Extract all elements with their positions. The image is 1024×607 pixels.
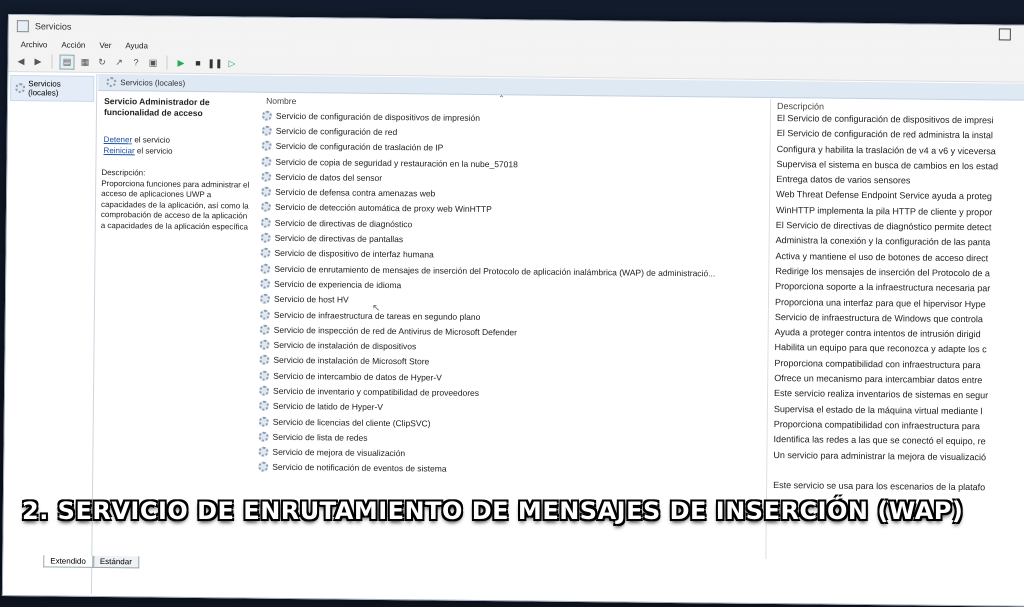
gear-icon bbox=[260, 247, 271, 259]
restart-service-link[interactable]: Reiniciar bbox=[104, 146, 135, 155]
service-name: Servicio de inspección de red de Antivir… bbox=[273, 324, 518, 338]
show-pane-icon[interactable]: ▣ bbox=[146, 56, 159, 69]
properties-icon[interactable]: ▦ bbox=[78, 55, 91, 68]
view-tabs: Extendido Estándar bbox=[43, 555, 139, 569]
restart-service-icon[interactable]: ▷ bbox=[225, 57, 238, 70]
gear-icon bbox=[15, 83, 26, 94]
gear-icon bbox=[259, 370, 270, 381]
window-title: Servicios bbox=[34, 21, 72, 32]
service-name: Servicio de dispositivo de interfaz huma… bbox=[274, 248, 434, 260]
service-name: Servicio de instalación de Microsoft Sto… bbox=[273, 355, 430, 367]
service-name: Servicio de instalación de dispositivos bbox=[273, 339, 417, 352]
stop-service-suffix: el servicio bbox=[132, 135, 171, 145]
description-text: Proporciona funciones para administrar e… bbox=[100, 178, 250, 232]
menu-ayuda[interactable]: Ayuda bbox=[125, 41, 148, 50]
gear-icon bbox=[261, 110, 273, 121]
service-name: Servicio de configuración de traslación … bbox=[275, 141, 444, 153]
service-name: Servicio de configuración de dispositivo… bbox=[275, 110, 481, 123]
mouse-cursor-icon: ↖ bbox=[372, 303, 381, 314]
gear-icon bbox=[106, 77, 117, 88]
service-name: Servicio de licencias del cliente (ClipS… bbox=[272, 416, 431, 429]
gear-icon bbox=[259, 355, 270, 366]
toolbar-separator bbox=[51, 54, 53, 69]
service-name: Servicio de host HV bbox=[273, 294, 349, 305]
gear-icon bbox=[258, 431, 269, 442]
service-name: Servicio de defensa contra amenazas web bbox=[275, 186, 436, 199]
menu-accion[interactable]: Acción bbox=[61, 40, 85, 49]
service-name: Servicio de intercambio de datos de Hype… bbox=[273, 370, 442, 383]
gear-icon bbox=[260, 217, 271, 228]
start-service-icon[interactable]: ▶ bbox=[174, 56, 187, 69]
help-icon[interactable]: ? bbox=[129, 56, 142, 69]
sort-caret-icon: ⌃ bbox=[498, 94, 505, 104]
console-tree-icon[interactable]: ▤ bbox=[59, 54, 75, 70]
menu-ver[interactable]: Ver bbox=[99, 40, 111, 49]
tab-extendido[interactable]: Extendido bbox=[43, 555, 93, 568]
services-rows: Servicio de configuración de dispositivo… bbox=[244, 108, 768, 481]
tree-item-services-local[interactable]: Servicios (locales) bbox=[10, 75, 95, 102]
service-name: Servicio de detección automática de prox… bbox=[274, 202, 492, 215]
gear-icon bbox=[261, 156, 272, 167]
restart-service-suffix: el servicio bbox=[134, 146, 173, 156]
forward-arrow-icon[interactable]: ▶ bbox=[31, 55, 44, 68]
maximize-button[interactable] bbox=[998, 28, 1011, 41]
gear-icon bbox=[259, 339, 270, 350]
refresh-icon[interactable]: ↻ bbox=[95, 55, 108, 68]
service-name: Servicio de copia de seguridad y restaur… bbox=[275, 156, 518, 169]
service-name: Servicio de datos del sensor bbox=[275, 171, 383, 183]
service-name: Servicio de lista de redes bbox=[272, 431, 368, 443]
gear-icon bbox=[261, 186, 272, 197]
restart-service-line: Reiniciar el servicio bbox=[104, 145, 252, 158]
selected-service-title: Servicio Administrador de funcionalidad … bbox=[103, 96, 210, 119]
menu-archivo[interactable]: Archivo bbox=[21, 40, 48, 49]
services-list: Nombre ⌃ Servicio de configuración de di… bbox=[244, 94, 769, 539]
export-list-icon[interactable]: ↗ bbox=[112, 56, 125, 69]
tab-estandar[interactable]: Estándar bbox=[92, 555, 139, 569]
extended-info-panel: Servicio Administrador de funcionalidad … bbox=[94, 92, 257, 534]
stop-service-icon[interactable]: ■ bbox=[191, 56, 204, 69]
gear-icon bbox=[259, 293, 271, 304]
gear-icon bbox=[258, 446, 269, 457]
description-column: Descripción El Servicio de configuración… bbox=[765, 98, 1024, 562]
gear-icon bbox=[261, 125, 272, 136]
service-name: Servicio de experiencia de idioma bbox=[274, 278, 402, 291]
service-name: Servicio de configuración de red bbox=[275, 125, 398, 138]
services-app-icon bbox=[16, 20, 29, 33]
description-block: Descripción: Proporciona funciones para … bbox=[101, 168, 252, 233]
tree-item-label: Servicios (locales) bbox=[28, 79, 61, 98]
description-rows: El Servicio de configuración de disposit… bbox=[767, 113, 1024, 498]
gear-icon bbox=[260, 278, 271, 289]
gear-icon bbox=[260, 263, 271, 274]
gear-icon bbox=[258, 400, 269, 412]
video-caption: 2. SERVICIO DE ENRUTAMIENTO DE MENSAJES … bbox=[22, 497, 964, 525]
gear-icon bbox=[260, 202, 272, 213]
gear-icon bbox=[258, 462, 269, 473]
back-arrow-icon[interactable]: ◀ bbox=[14, 55, 27, 68]
service-name: Servicio de latido de Hyper-V bbox=[272, 401, 384, 413]
pause-service-icon[interactable]: ❚❚ bbox=[207, 57, 222, 70]
service-name: Servicio de directivas de diagnóstico bbox=[274, 217, 413, 229]
service-name: Servicio de directivas de pantallas bbox=[274, 232, 404, 245]
gear-icon bbox=[259, 385, 270, 396]
service-name: Servicio de inventario y compatibilidad … bbox=[273, 385, 480, 398]
gear-icon bbox=[259, 324, 270, 335]
stop-service-link[interactable]: Detener bbox=[104, 135, 133, 144]
gear-icon bbox=[261, 140, 272, 152]
toolbar-separator-2 bbox=[166, 55, 168, 70]
service-name: Servicio de notificación de eventos de s… bbox=[272, 462, 447, 475]
column-header-name-label: Nombre bbox=[266, 95, 297, 107]
gear-icon bbox=[260, 232, 271, 243]
gear-icon bbox=[258, 416, 269, 427]
service-name: Servicio de mejora de visualización bbox=[272, 446, 406, 459]
service-description: Este servicio se usa para los escenarios… bbox=[773, 480, 986, 493]
pane-header-label: Servicios (locales) bbox=[120, 77, 186, 88]
gear-icon bbox=[259, 309, 270, 320]
gear-icon bbox=[261, 171, 272, 182]
